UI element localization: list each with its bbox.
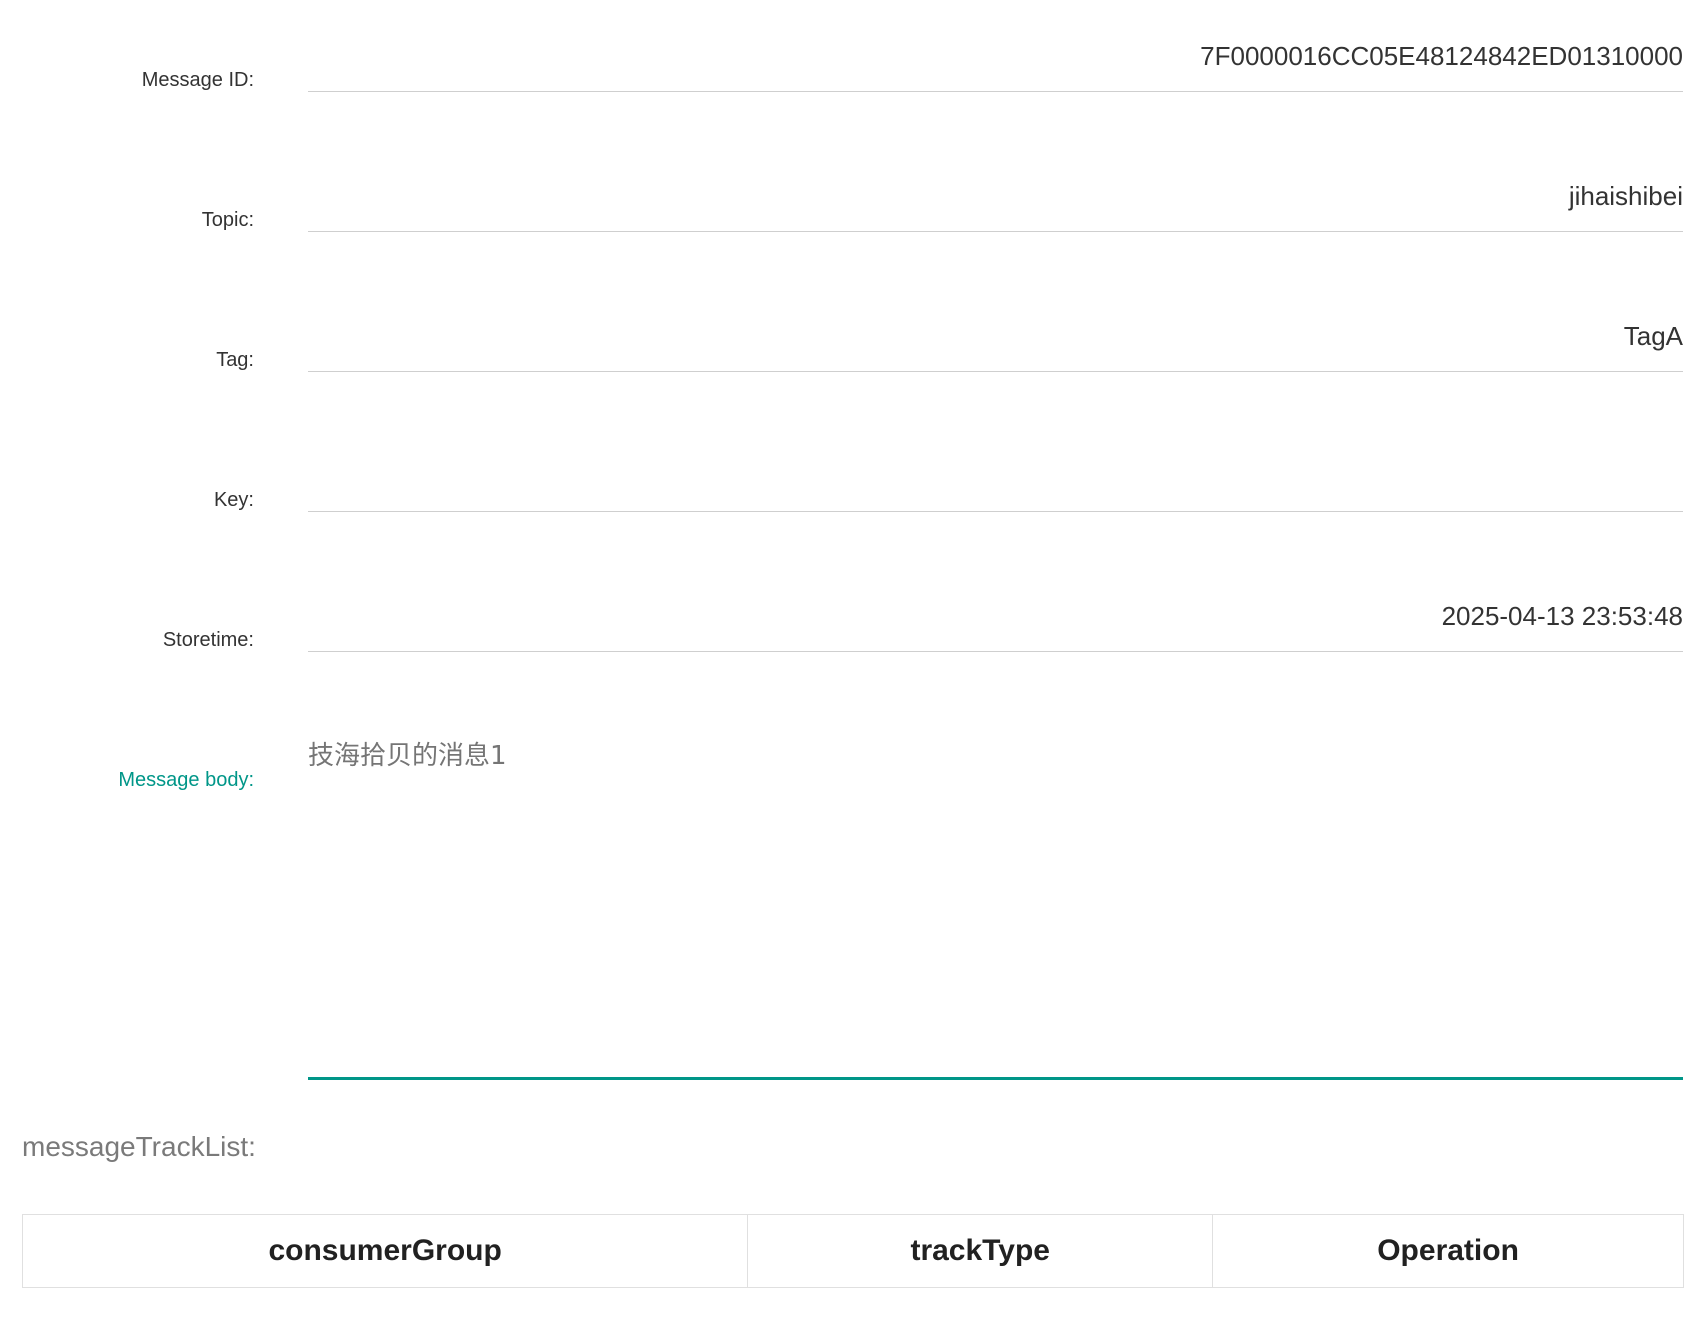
column-header-track-type[interactable]: trackType xyxy=(747,1214,1214,1288)
column-header-operation[interactable]: Operation xyxy=(1212,1214,1684,1288)
message-body-textarea[interactable]: 技海拾贝的消息1 xyxy=(308,740,1683,1080)
tag-label: Tag: xyxy=(216,349,254,371)
message-body-label: Message body: xyxy=(118,769,254,791)
topic-field[interactable]: jihaishibei xyxy=(308,180,1683,232)
key-label: Key: xyxy=(213,489,254,511)
table-header-row: consumerGroup trackType Operation xyxy=(21,1214,1684,1288)
tag-field[interactable]: TagA xyxy=(308,320,1683,372)
message-id-label: Message ID: xyxy=(141,69,254,91)
message-id-field[interactable]: 7F0000016CC05E48124842ED01310000 xyxy=(308,40,1683,92)
message-track-list-title: messageTrackList: xyxy=(22,1131,256,1162)
storetime-field[interactable]: 2025-04-13 23:53:48 xyxy=(308,600,1683,652)
message-track-table: consumerGroup trackType Operation xyxy=(21,1214,1684,1288)
topic-label: Topic: xyxy=(201,209,254,231)
column-header-consumer-group[interactable]: consumerGroup xyxy=(21,1214,749,1288)
storetime-label: Storetime: xyxy=(162,629,254,651)
key-field[interactable] xyxy=(308,460,1683,512)
